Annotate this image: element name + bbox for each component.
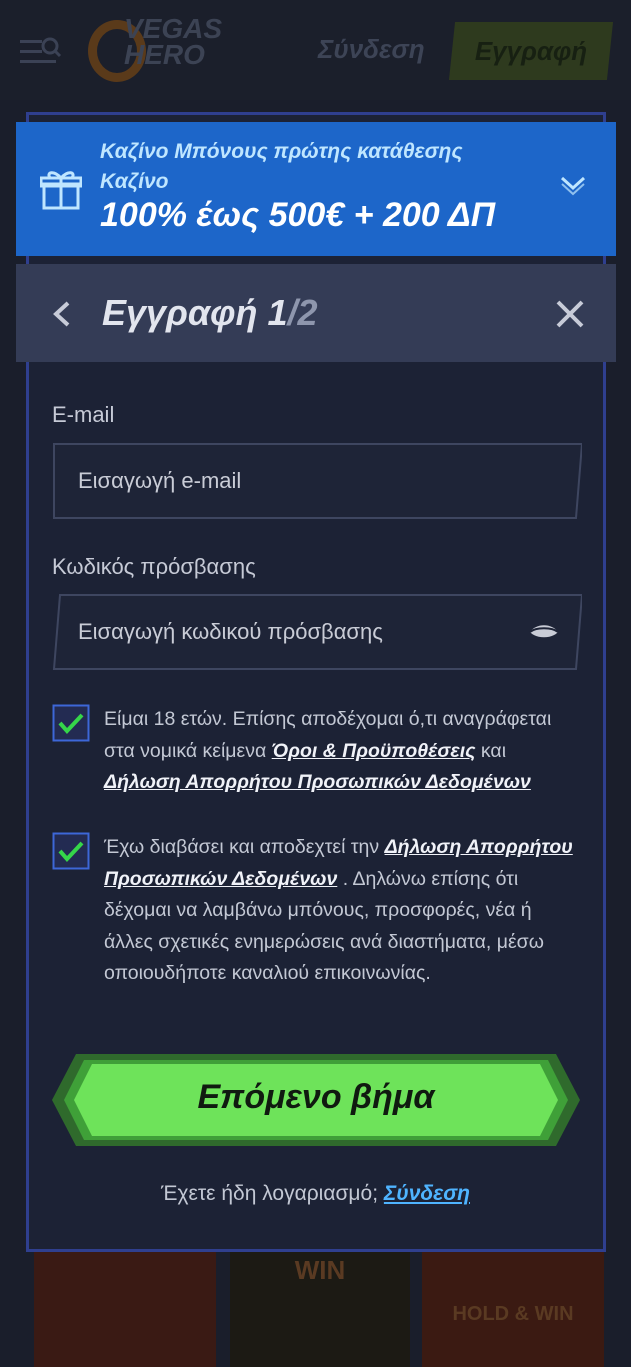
bonus-offer: 100% έως 500€ + 200 ΔΠ xyxy=(100,196,496,234)
marketing-consent-text: Έχω διαβάσει και αποδεχτεί την Δήλωση Απ… xyxy=(104,836,573,984)
dialog-title-text: Εγγραφή xyxy=(102,292,258,333)
bonus-category: Καζίνο Μπόνους πρώτης κατάθεσης xyxy=(100,140,463,163)
background-games-row: WIN HOLD & WIN xyxy=(30,1245,605,1367)
close-icon[interactable] xyxy=(554,298,586,330)
email-field[interactable] xyxy=(52,442,582,520)
step-total: /2 xyxy=(287,292,318,333)
have-account-text: Έχετε ήδη λογαριασμό; Σύνδεση xyxy=(160,1182,470,1205)
step-current: 1 xyxy=(267,292,288,333)
login-link[interactable]: Σύνδεση xyxy=(384,1182,470,1205)
show-password-eye-icon[interactable] xyxy=(528,621,560,641)
password-input[interactable] xyxy=(76,611,520,653)
back-chevron-icon[interactable] xyxy=(50,300,78,328)
bonus-subcategory: Καζίνο xyxy=(100,170,169,193)
game-tile[interactable] xyxy=(34,1245,216,1367)
dialog-title: Εγγραφή 1/2 xyxy=(102,292,318,334)
email-input[interactable] xyxy=(76,460,520,502)
privacy-link[interactable]: Δήλωση Απορρήτου Προσωπικών Δεδομένων xyxy=(104,771,531,793)
chevron-down-icon[interactable] xyxy=(558,174,588,196)
header-register-label: Εγγραφή xyxy=(474,36,588,66)
site-header: VEGAS HERO Σύνδεση Εγγραφή xyxy=(0,0,631,100)
vegas-hero-logo[interactable]: VEGAS HERO xyxy=(88,12,222,87)
logo-text-bottom: HERO xyxy=(124,39,205,70)
password-label: Κωδικός πρόσβασης xyxy=(52,554,256,579)
header-register-button[interactable]: Εγγραφή xyxy=(448,22,614,80)
game-tile[interactable]: HOLD & WIN xyxy=(422,1245,604,1367)
marketing-consent-checkbox[interactable] xyxy=(52,832,90,870)
terms-link[interactable]: Όροι & Προϋποθέσεις xyxy=(272,740,476,762)
next-step-button[interactable]: Επόμενο βήμα xyxy=(52,1054,580,1146)
age-consent-checkbox[interactable] xyxy=(52,704,90,742)
game-tile[interactable]: WIN xyxy=(230,1245,410,1367)
next-step-label: Επόμενο βήμα xyxy=(197,1078,435,1116)
age-consent-text: Είμαι 18 ετών. Επίσης αποδέχομαι ό,τι αν… xyxy=(104,708,552,793)
menu-search-icon[interactable] xyxy=(20,36,62,68)
header-login-button[interactable]: Σύνδεση xyxy=(318,34,425,65)
password-field[interactable] xyxy=(52,593,582,671)
gift-icon xyxy=(40,171,82,210)
email-label: E-mail xyxy=(52,402,115,427)
